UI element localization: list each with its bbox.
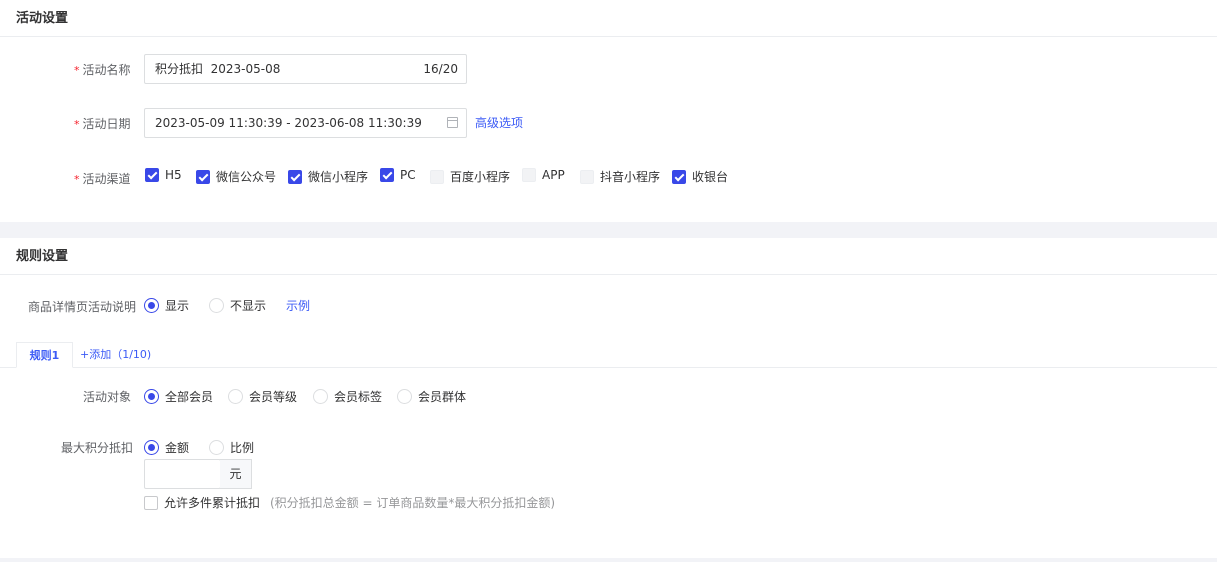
max-deduct-label: 最大积分抵扣 [61,441,134,455]
radio-unselected-icon [313,389,328,404]
target-radio-tag[interactable]: 会员标签 [313,388,382,405]
add-rule-tab[interactable]: +添加（1/10) [80,346,151,362]
cumulative-deduct-hint: (积分抵扣总金额 = 订单商品数量*最大积分抵扣金额) [270,496,556,510]
target-radio-group[interactable]: 会员群体 [397,388,466,405]
required-star: * [74,118,80,131]
radio-selected-icon [144,298,159,313]
radio-selected-icon [144,440,159,455]
example-link[interactable]: 示例 [286,297,310,314]
max-deduct-radio-ratio[interactable]: 比例 [209,439,254,456]
cumulative-deduct-checkbox[interactable]: 允许多件累计抵扣 [144,494,260,511]
checkbox-unchecked-icon [144,495,158,510]
checkbox-checked-icon [380,168,394,182]
calendar-icon [447,117,458,128]
radio-unselected-icon [397,389,412,404]
checkbox-checked-icon [672,169,686,184]
radio-unselected-icon [228,389,243,404]
detail-desc-radio-show[interactable]: 显示 [144,297,189,314]
activity-name-input[interactable]: 积分抵扣 2023-05-08 16/20 [144,54,467,84]
channel-checkbox-cashier[interactable]: 收银台 [672,168,728,185]
activity-channel-label: * 活动渠道 [74,172,131,186]
tab-rule-1[interactable]: 规则1 [16,342,73,368]
channel-checkbox-app[interactable]: APP [522,168,565,182]
target-label: 活动对象 [83,390,132,404]
target-radio-all[interactable]: 全部会员 [144,388,213,405]
detail-desc-label: 商品详情页活动说明 [28,300,137,314]
currency-unit-addon: 元 [220,459,252,489]
channel-checkbox-h5[interactable]: H5 [145,168,182,182]
advanced-options-link[interactable]: 高级选项 [475,114,523,131]
checkbox-disabled-icon [580,169,594,184]
rule-settings-card: 规则设置 商品详情页活动说明 显示 不显示 示例 规则1 +添加（1/10) 活… [0,238,1217,558]
required-star: * [74,173,80,186]
target-radio-level[interactable]: 会员等级 [228,388,297,405]
channel-checkbox-douyin-mini[interactable]: 抖音小程序 [580,168,660,185]
max-deduct-radio-amount[interactable]: 金额 [144,439,189,456]
activity-date-value: 2023-05-09 11:30:39 - 2023-06-08 11:30:3… [155,116,422,130]
radio-unselected-icon [209,440,224,455]
checkbox-checked-icon [145,168,159,182]
checkbox-disabled-icon [522,168,536,182]
max-deduct-amount-input[interactable] [144,459,221,489]
channel-checkbox-wechat-oa[interactable]: 微信公众号 [196,168,276,185]
channel-checkbox-wechat-mini[interactable]: 微信小程序 [288,168,368,185]
activity-settings-card: 活动设置 * 活动名称 积分抵扣 2023-05-08 16/20 * 活动日期 2… [0,0,1217,222]
channel-checkbox-baidu-mini[interactable]: 百度小程序 [430,168,510,185]
radio-unselected-icon [209,298,224,313]
activity-date-label: * 活动日期 [74,117,131,131]
activity-name-char-count: 16/20 [423,62,458,76]
checkbox-checked-icon [288,169,302,184]
required-star: * [74,64,80,77]
section-title-activity: 活动设置 [0,0,1217,37]
section-title-rules: 规则设置 [0,238,1217,275]
radio-selected-icon [144,389,159,404]
activity-date-range-picker[interactable]: 2023-05-09 11:30:39 - 2023-06-08 11:30:3… [144,108,467,138]
checkbox-disabled-icon [430,169,444,184]
activity-name-label: * 活动名称 [74,63,131,77]
activity-name-value: 积分抵扣 2023-05-08 [155,62,281,76]
tab-divider [0,367,1217,368]
detail-desc-radio-hide[interactable]: 不显示 [209,297,266,314]
channel-checkbox-pc[interactable]: PC [380,168,416,182]
checkbox-checked-icon [196,169,210,184]
